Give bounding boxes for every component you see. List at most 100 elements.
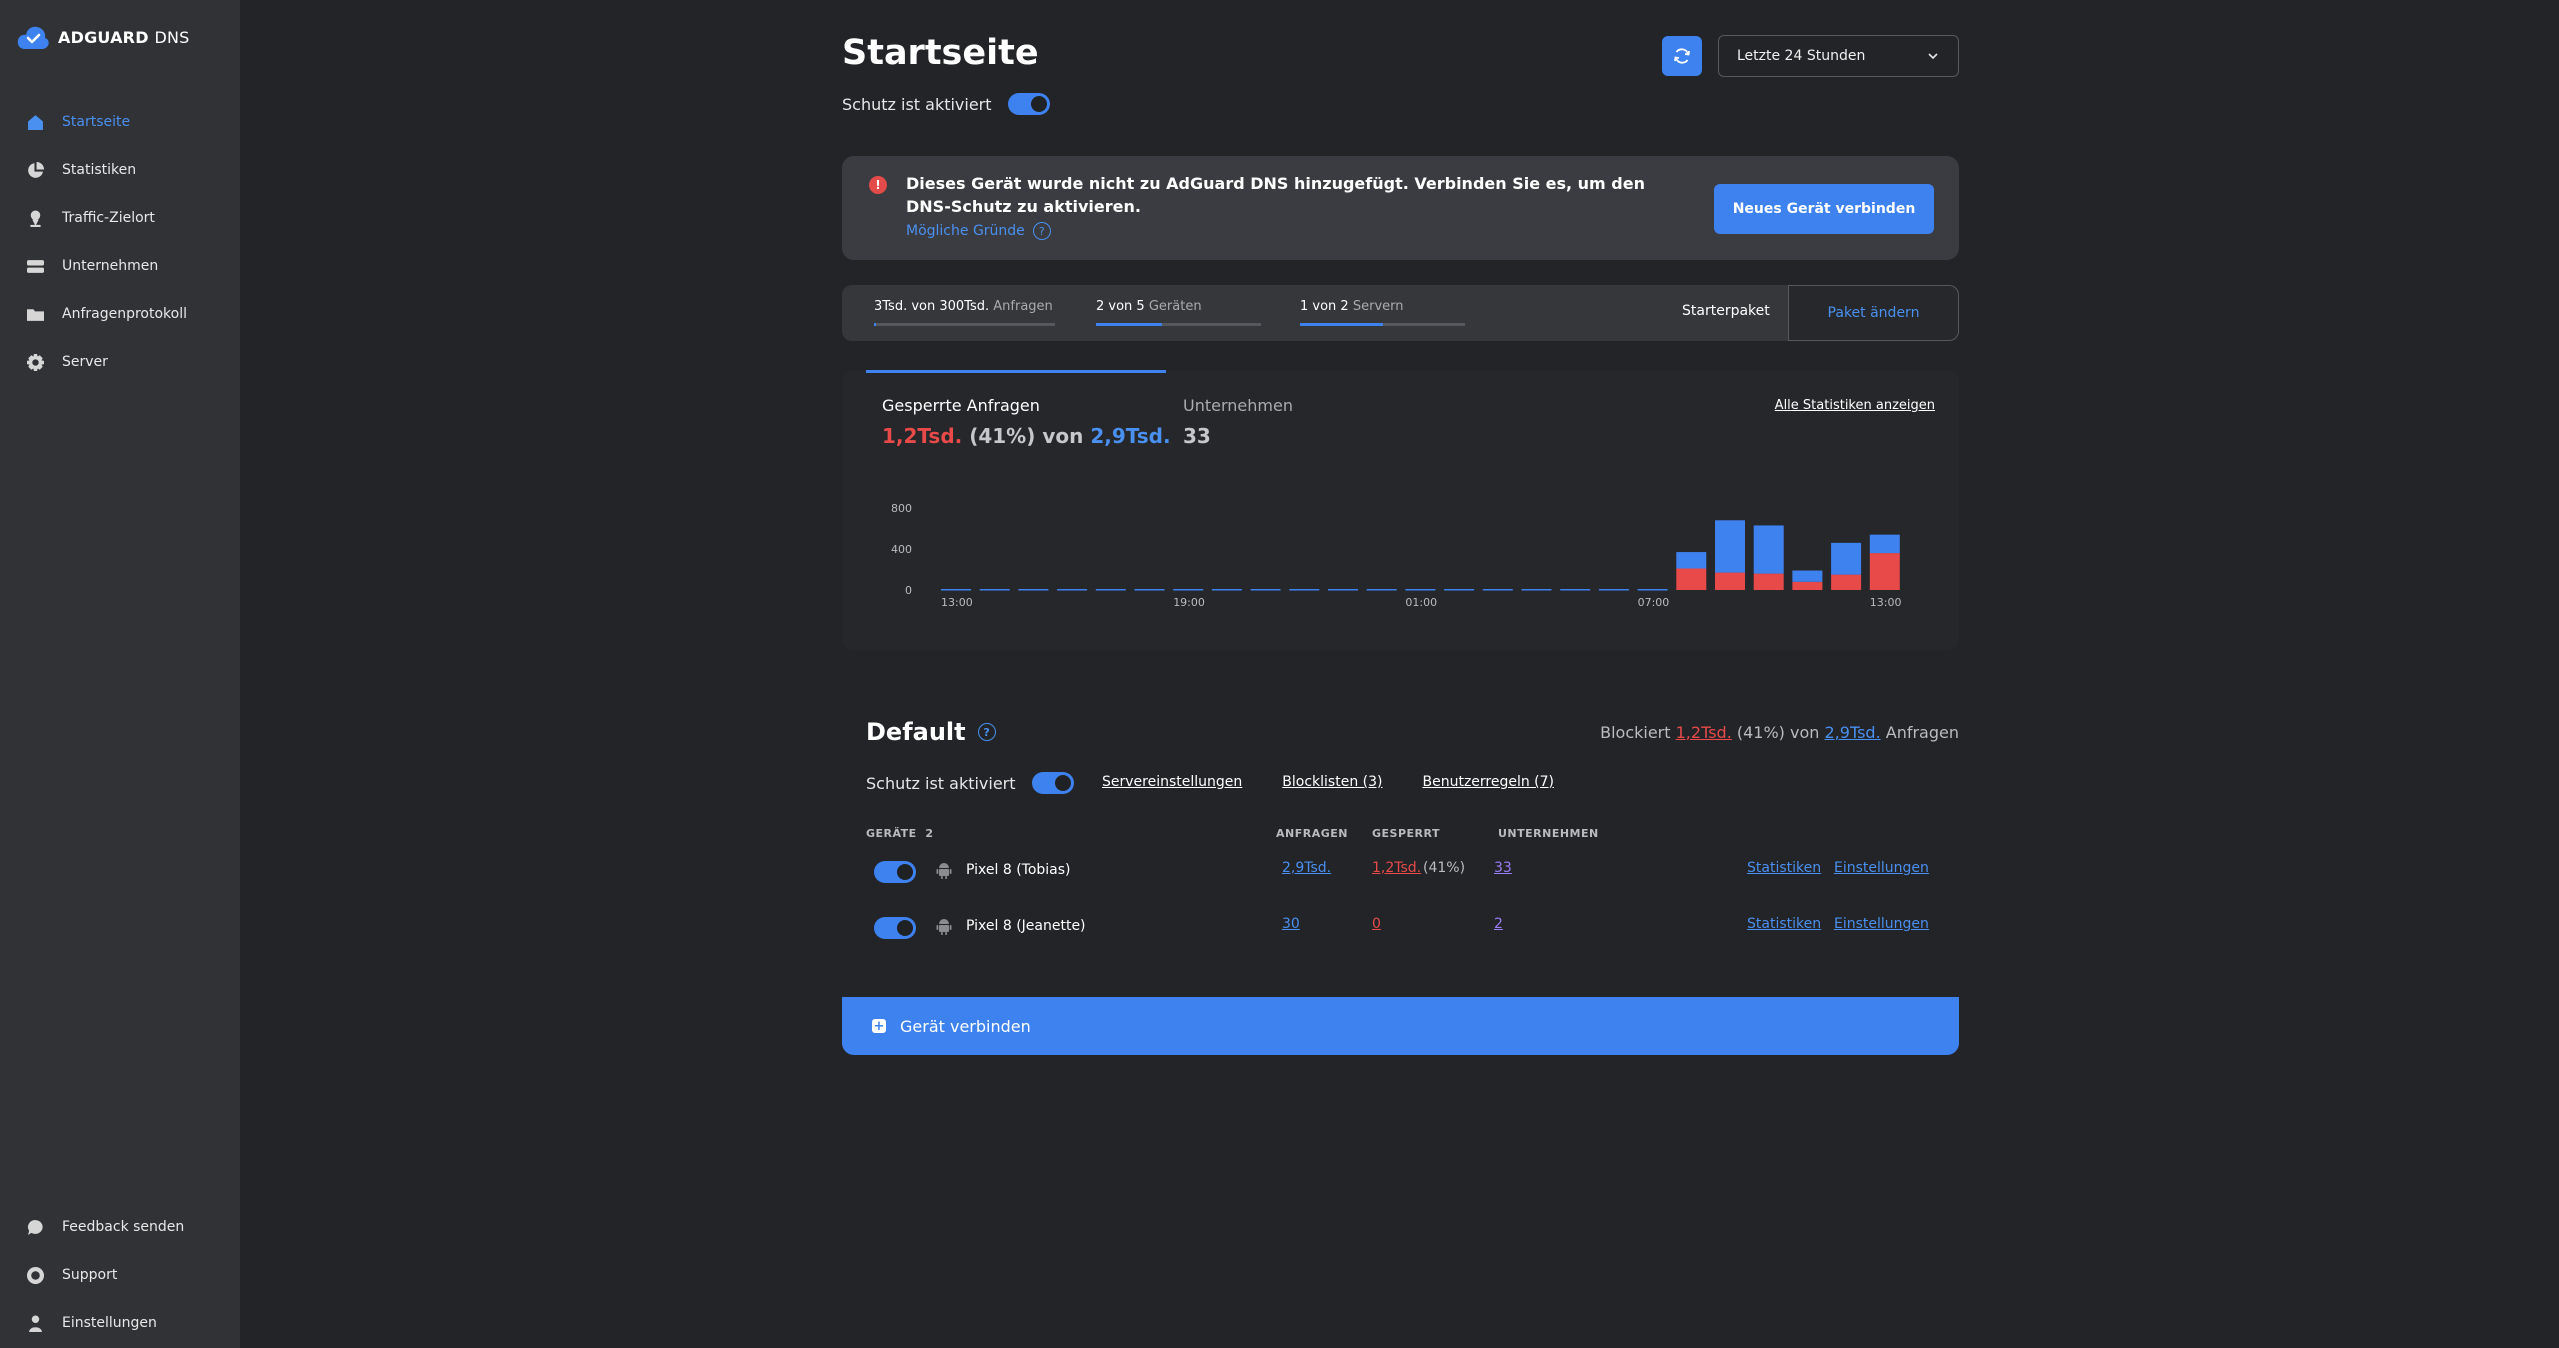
app-logo[interactable]: ADGUARD DNS [16,22,190,52]
possible-reasons-link[interactable]: Mögliche Gründe ? [906,222,1051,240]
protection-status: Schutz ist aktiviert [842,93,1050,115]
gear-icon [26,353,44,371]
tab-companies[interactable]: Unternehmen [1183,396,1293,415]
sidebar-item-einstellungen[interactable]: Einstellungen [26,1314,157,1332]
change-plan-button[interactable]: Paket ändern [1788,285,1959,341]
tab-blocked-requests[interactable]: Gesperrte Anfragen [882,396,1040,415]
blocked-count: 1,2Tsd. [882,424,963,448]
device-settings-link[interactable]: Einstellungen [1834,860,1929,876]
summary-prefix: Blockiert [1600,723,1671,742]
device-requests-link[interactable]: 2,9Tsd. [1282,860,1331,876]
chart-bar-blocked [1792,581,1823,590]
sidebar-item-feedback[interactable]: Feedback senden [26,1218,184,1236]
app-brand: ADGUARD DNS [58,28,190,47]
chart-bar-empty [1444,589,1475,591]
group-protection-status: Schutz ist aktiviert [866,772,1074,794]
active-tab-indicator [866,370,1166,373]
y-tick-label: 800 [891,502,912,515]
refresh-icon [1674,48,1690,64]
device-blocked-link[interactable]: 0 [1372,916,1381,932]
device-companies-link[interactable]: 2 [1494,916,1503,932]
sidebar-item-server[interactable]: Server [26,353,108,371]
page-title: Startseite [842,33,1039,73]
time-range-select[interactable]: Letzte 24 Stunden [1718,35,1959,77]
chart-bar-empty [1095,589,1126,591]
chart-bar-empty [1482,589,1513,591]
chart-bar-empty [1366,589,1397,591]
blocked-percent: (41%) von [969,424,1084,448]
chart-bar-empty [1211,589,1242,591]
device-toggle[interactable] [874,861,916,883]
blocklists-link[interactable]: Blocklisten (3) [1282,774,1382,790]
y-tick-label: 400 [891,543,912,556]
requests-chart: 0 400 800 13:00 19:00 01:00 07:00 13:00 [891,502,1902,609]
chart-bar-empty [1173,589,1204,591]
refresh-button[interactable] [1662,36,1702,76]
plus-icon: + [872,1018,886,1034]
sidebar-item-statistiken[interactable]: Statistiken [26,161,136,179]
usage-requests-fill [874,323,876,326]
chart-bar-empty [979,589,1010,591]
device-name: Pixel 8 (Jeanette) [966,918,1086,934]
chart-bar-blocked [1753,573,1784,590]
help-icon[interactable]: ? [977,723,996,741]
chart-bar-blocked [1831,574,1862,590]
user-icon [26,1314,44,1332]
protection-label: Schutz ist aktiviert [842,94,992,114]
all-stats-link[interactable]: Alle Statistiken anzeigen [1775,398,1935,413]
sidebar-item-label: Unternehmen [62,258,159,274]
device-name: Pixel 8 (Tobias) [966,862,1071,878]
total-count: 2,9Tsd. [1090,424,1171,448]
devices-header-label: GERÄTE [866,827,917,840]
group-protection-toggle[interactable] [1031,772,1074,794]
column-header-companies: UNTERNEHMEN [1498,827,1599,840]
summary-blocked-link[interactable]: 1,2Tsd. [1676,723,1732,742]
company-icon [26,257,44,275]
chart-bar-allowed [1831,542,1862,575]
device-stats-link[interactable]: Statistiken [1747,860,1821,876]
sidebar-item-label: Server [62,354,108,370]
device-settings-link[interactable]: Einstellungen [1834,916,1929,932]
sidebar-item-label: Startseite [62,114,131,130]
chart-bar-empty [1250,589,1281,591]
chart-bar-empty [1018,589,1049,591]
android-icon [936,863,952,879]
error-icon: ! [869,176,887,194]
x-tick-label: 19:00 [1173,596,1205,609]
sidebar-item-label: Support [62,1267,118,1283]
chart-bar-empty [941,589,971,591]
device-blocked-percent: (41%) [1423,860,1466,876]
group-summary: Blockiert 1,2Tsd. (41%) von 2,9Tsd. Anfr… [1600,723,1959,742]
usage-devices-unit: Geräten [1148,299,1202,314]
sidebar-item-anfragenprotokoll[interactable]: Anfragenprotokoll [26,305,187,323]
companies-value: 33 [1183,424,1211,448]
plan-name: Starterpaket [1682,303,1770,319]
folder-icon [26,305,44,323]
cloud-check-icon [17,26,49,49]
device-stats-link[interactable]: Statistiken [1747,916,1821,932]
sidebar-item-label: Statistiken [62,162,137,178]
device-toggle[interactable] [874,917,916,939]
protection-toggle[interactable] [1007,93,1050,115]
device-blocked-link[interactable]: 1,2Tsd. [1372,860,1421,876]
sidebar-item-startseite[interactable]: Startseite [26,113,130,131]
chart-bar-empty [1637,589,1668,591]
location-icon [26,209,44,227]
connect-device-label: Gerät verbinden [900,1016,1031,1036]
user-rules-link[interactable]: Benutzerregeln (7) [1422,774,1554,790]
device-requests-link[interactable]: 30 [1282,916,1300,932]
device-companies-link[interactable]: 33 [1494,860,1512,876]
connect-device-button[interactable]: + Gerät verbinden [842,997,1959,1055]
group-protection-label: Schutz ist aktiviert [866,773,1016,793]
chat-icon [26,1218,44,1236]
usage-servers-track [1300,323,1465,326]
chart-bar-allowed [1792,570,1823,582]
summary-total-link[interactable]: 2,9Tsd. [1825,723,1881,742]
sidebar-item-traffic-zielort[interactable]: Traffic-Zielort [26,209,155,227]
server-settings-link[interactable]: Servereinstellungen [1102,774,1242,790]
sidebar-item-support[interactable]: Support [26,1266,117,1284]
connect-new-device-button[interactable]: Neues Gerät verbinden [1714,184,1934,234]
sidebar-item-unternehmen[interactable]: Unternehmen [26,257,158,275]
usage-requests-unit: Anfragen [993,299,1053,314]
android-icon [936,919,952,935]
